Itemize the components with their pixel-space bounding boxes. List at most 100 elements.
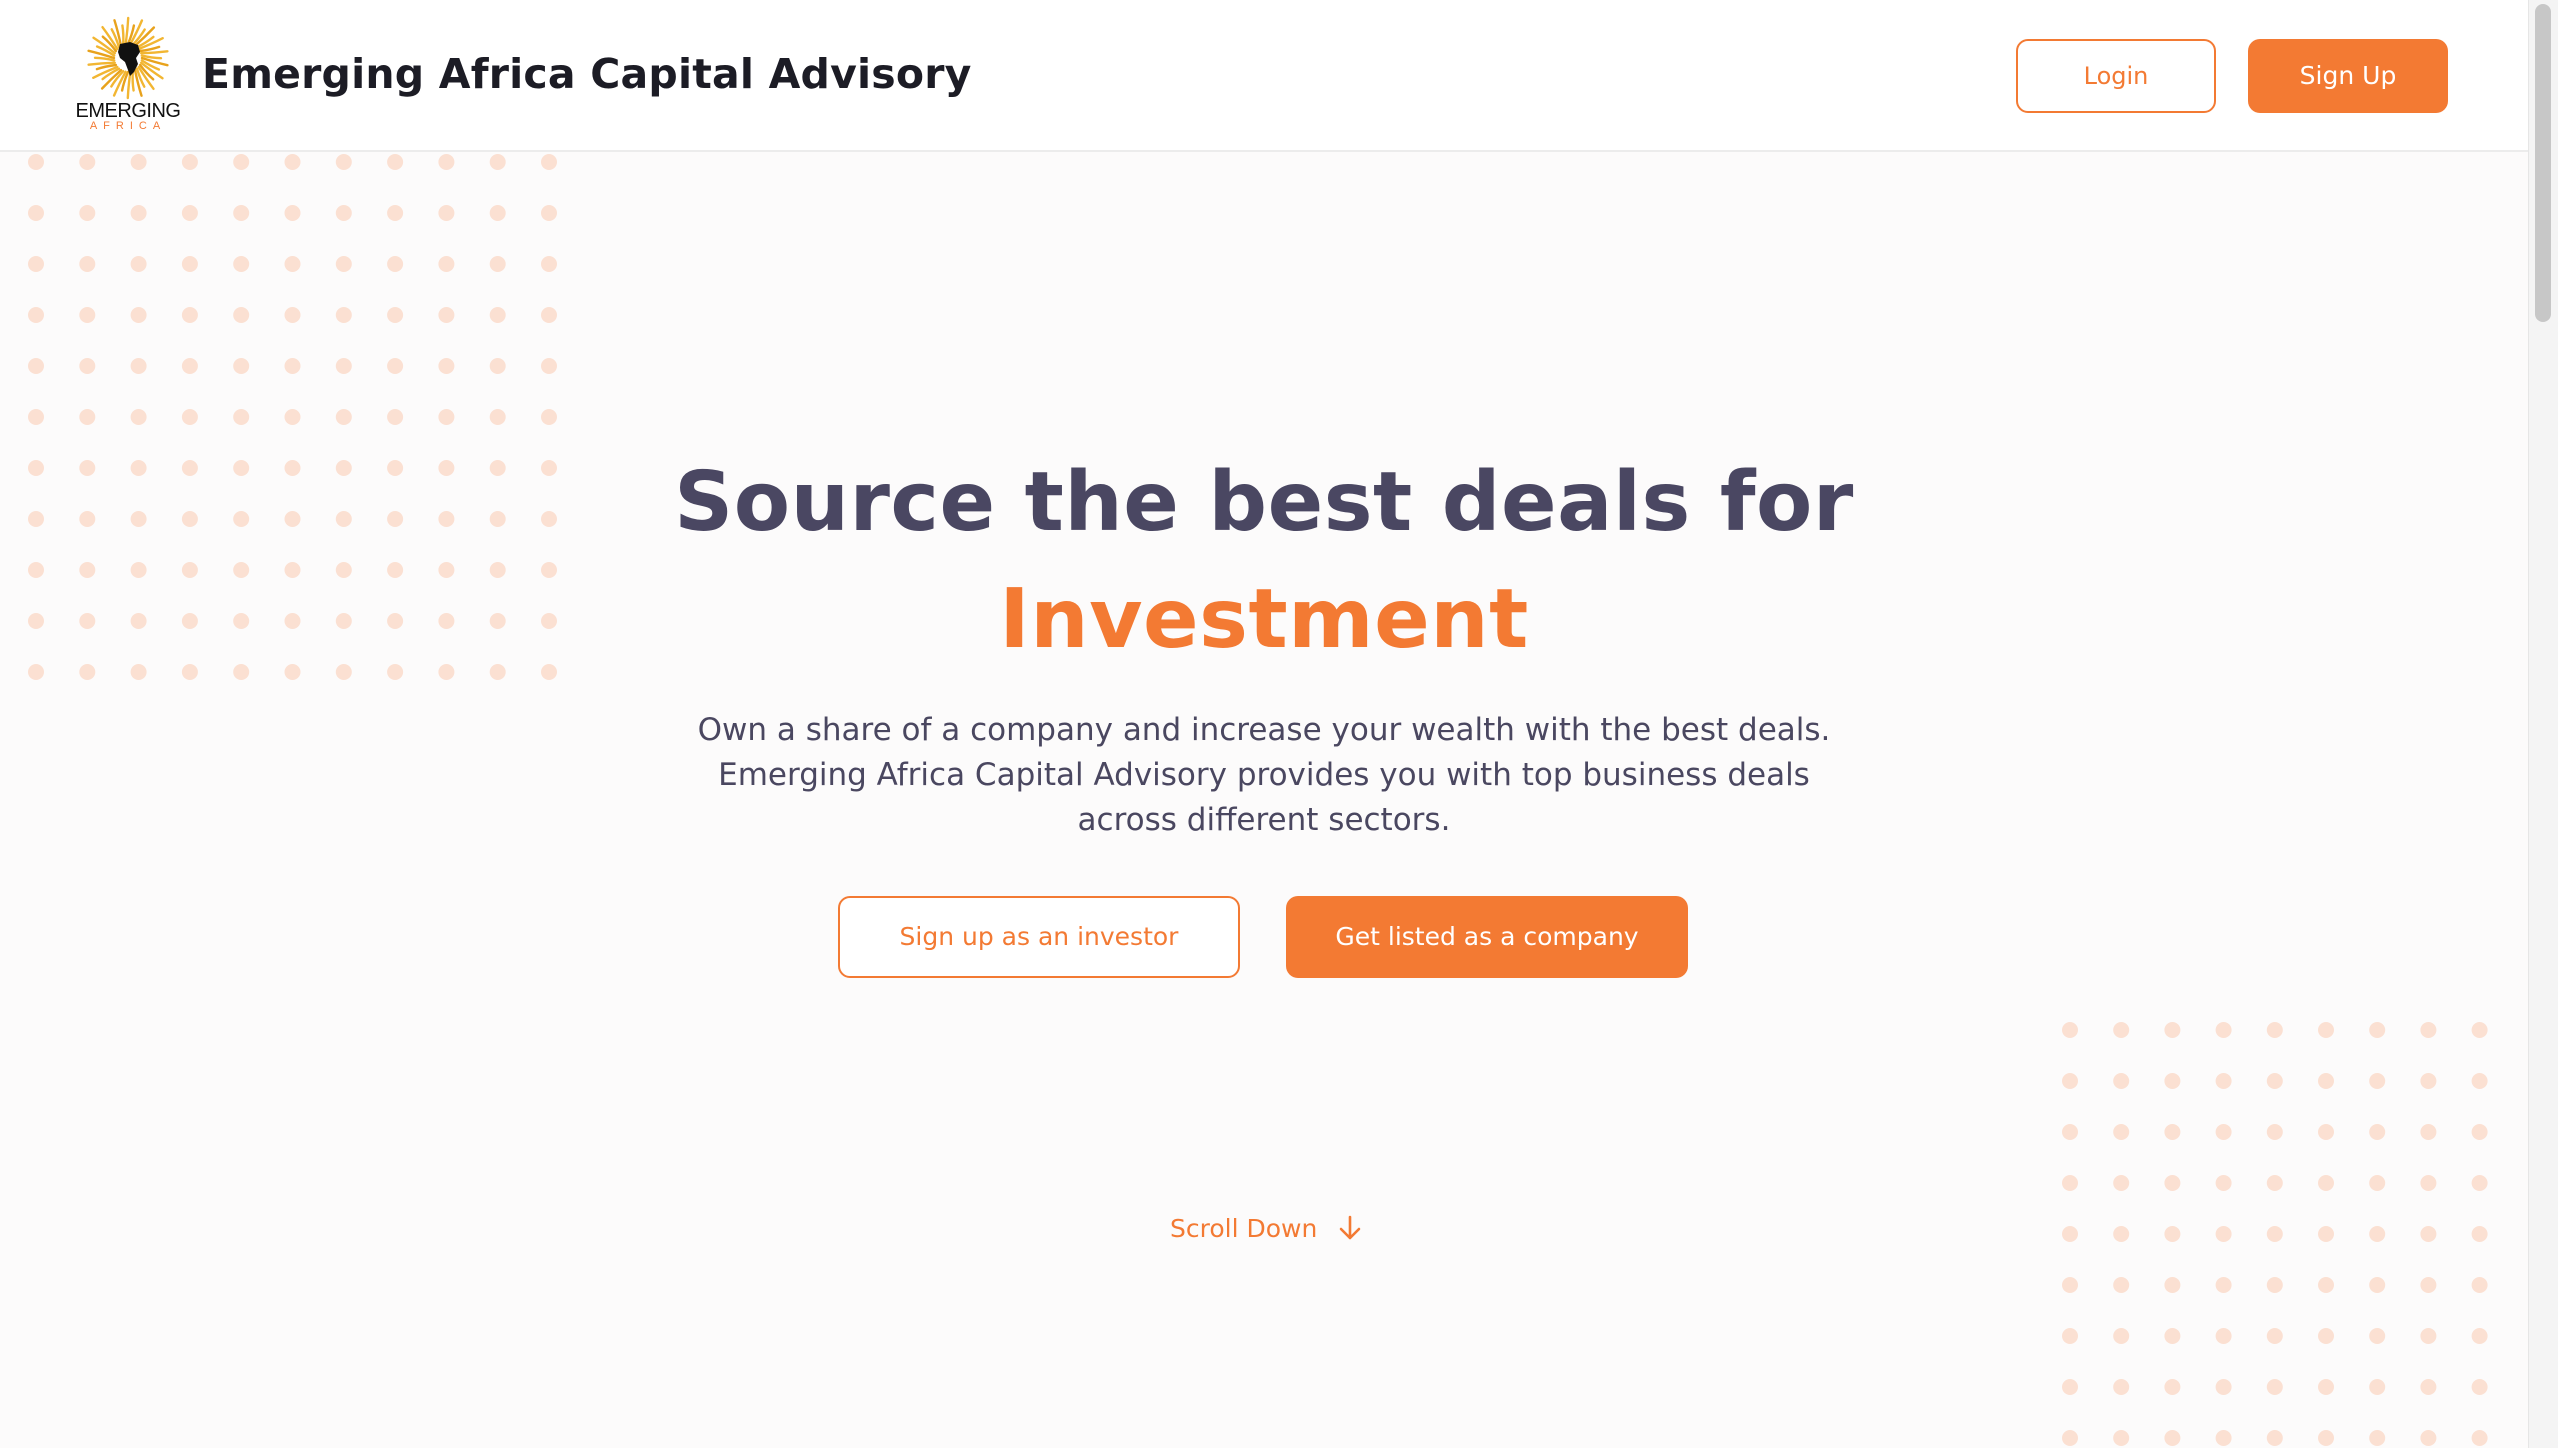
decorative-dot xyxy=(2164,1226,2181,1242)
decorative-dot xyxy=(541,154,557,170)
signup-investor-button[interactable]: Sign up as an investor xyxy=(838,896,1240,978)
decorative-dot xyxy=(387,307,404,323)
decorative-dot xyxy=(2420,1277,2437,1293)
decorative-dot xyxy=(2062,1379,2078,1395)
hero-description-line: across different sectors. xyxy=(1077,802,1451,838)
decorative-dot xyxy=(2215,1073,2232,1089)
decorative-dot xyxy=(2113,1022,2130,1038)
decorative-dot xyxy=(79,256,96,272)
decorative-dot xyxy=(79,409,96,425)
brand-title[interactable]: Emerging Africa Capital Advisory xyxy=(202,50,972,98)
decorative-dot xyxy=(130,154,147,170)
decorative-dot xyxy=(2164,1277,2181,1293)
decorative-dot xyxy=(2369,1226,2386,1242)
decorative-dot xyxy=(2164,1430,2181,1446)
signup-button[interactable]: Sign Up xyxy=(2248,39,2448,113)
vertical-scrollbar[interactable] xyxy=(2528,0,2558,1448)
decorative-dot xyxy=(2369,1175,2386,1191)
decorative-dot xyxy=(2113,1226,2130,1242)
decorative-dot xyxy=(79,154,96,170)
decorative-dot xyxy=(2369,1277,2386,1293)
decorative-dot xyxy=(2266,1022,2283,1038)
scrollbar-thumb[interactable] xyxy=(2535,4,2551,322)
decorative-dot xyxy=(2420,1022,2437,1038)
decorative-dot xyxy=(284,358,301,374)
decorative-dot xyxy=(438,154,455,170)
decorative-dot xyxy=(2318,1277,2334,1293)
decorative-dot xyxy=(284,154,301,170)
decorative-dot xyxy=(2471,1328,2488,1344)
decorative-dot xyxy=(387,409,404,425)
decorative-dot xyxy=(2369,1022,2386,1038)
decorative-dot xyxy=(2113,1124,2130,1140)
decorative-dot xyxy=(489,154,506,170)
decorative-dot xyxy=(335,154,352,170)
decorative-dot xyxy=(2369,1073,2386,1089)
hero-description-line: Emerging Africa Capital Advisory provide… xyxy=(718,757,1810,793)
decorative-dot xyxy=(2215,1124,2232,1140)
decorative-dot xyxy=(2266,1328,2283,1344)
decorative-dot xyxy=(387,256,404,272)
decorative-dot xyxy=(2266,1430,2283,1446)
decorative-dot xyxy=(2318,1175,2334,1191)
decorative-dot xyxy=(181,358,198,374)
scroll-down-label: Scroll Down xyxy=(1170,1213,1318,1243)
decorative-dot xyxy=(541,256,557,272)
decorative-dot xyxy=(387,205,404,221)
decorative-dot xyxy=(438,256,455,272)
decorative-dot xyxy=(233,256,250,272)
decorative-dot xyxy=(2318,1328,2334,1344)
decorative-dot xyxy=(181,154,198,170)
decorative-dot xyxy=(2420,1175,2437,1191)
decorative-dot xyxy=(79,205,96,221)
decorative-dot xyxy=(2215,1022,2232,1038)
decorative-dot xyxy=(335,409,352,425)
decorative-dot xyxy=(284,205,301,221)
decorative-dot xyxy=(130,307,147,323)
decorative-dot xyxy=(2420,1124,2437,1140)
decorative-dot xyxy=(2215,1226,2232,1242)
decorative-dot xyxy=(233,409,250,425)
decorative-dot xyxy=(28,205,44,221)
decorative-dot xyxy=(2266,1277,2283,1293)
decorative-dot xyxy=(2062,1022,2078,1038)
decorative-dot xyxy=(130,358,147,374)
decorative-dot xyxy=(2113,1430,2130,1446)
decorative-dot xyxy=(28,307,44,323)
decorative-dot xyxy=(2062,1124,2078,1140)
decorative-dot xyxy=(284,307,301,323)
decorative-dot xyxy=(28,256,44,272)
decorative-dot xyxy=(2164,1073,2181,1089)
logo-wordmark-bottom: AFRICA xyxy=(89,120,167,132)
scroll-down-link[interactable]: Scroll Down xyxy=(1170,1208,1365,1248)
decorative-dot xyxy=(181,409,198,425)
decorative-dot xyxy=(2471,1175,2488,1191)
decorative-dot xyxy=(2471,1022,2488,1038)
decorative-dot xyxy=(79,358,96,374)
top-navbar: EMERGING AFRICA Emerging Africa Capital … xyxy=(0,0,2528,152)
decorative-dot xyxy=(438,358,455,374)
decorative-dot xyxy=(2318,1430,2334,1446)
decorative-dot xyxy=(2420,1430,2437,1446)
get-listed-company-button[interactable]: Get listed as a company xyxy=(1286,896,1688,978)
decorative-dot xyxy=(541,409,557,425)
decorative-dot xyxy=(130,409,147,425)
company-logo[interactable]: EMERGING AFRICA xyxy=(72,14,184,134)
decorative-dot xyxy=(2215,1175,2232,1191)
decorative-dot xyxy=(2318,1226,2334,1242)
decorative-dot xyxy=(2266,1175,2283,1191)
decorative-dot xyxy=(2318,1379,2334,1395)
decorative-dot xyxy=(2369,1328,2386,1344)
decorative-dot xyxy=(181,205,198,221)
decorative-dot xyxy=(130,256,147,272)
decorative-dot xyxy=(2420,1226,2437,1242)
decorative-dot xyxy=(387,154,404,170)
login-button[interactable]: Login xyxy=(2016,39,2216,113)
arrow-down-icon xyxy=(1340,1215,1361,1240)
decorative-dot xyxy=(2369,1124,2386,1140)
decorative-dot xyxy=(2164,1022,2181,1038)
decorative-dot xyxy=(2471,1430,2488,1446)
decorative-dot xyxy=(181,307,198,323)
decorative-dot xyxy=(335,307,352,323)
decorative-dot xyxy=(28,154,44,170)
